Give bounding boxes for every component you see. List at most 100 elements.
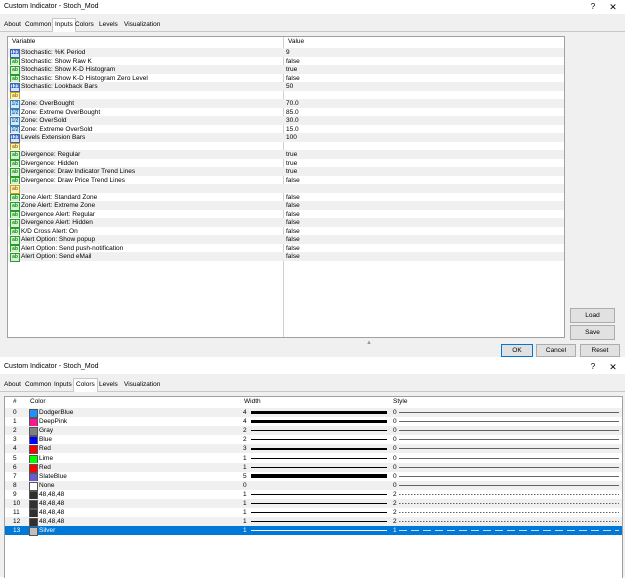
- color-row[interactable]: 4 Red 3 0: [5, 444, 622, 455]
- help-button[interactable]: ?: [584, 1, 602, 13]
- variable-value[interactable]: false: [286, 252, 300, 261]
- width-value[interactable]: 3: [243, 444, 247, 453]
- resize-grip-icon[interactable]: ▲: [366, 340, 374, 348]
- header-style[interactable]: Style: [393, 397, 407, 406]
- color-row[interactable]: 10 48,48,48 1 2: [5, 499, 622, 509]
- help-button[interactable]: ?: [584, 361, 602, 373]
- color-row[interactable]: 12 48,48,48 1 2: [5, 517, 622, 528]
- width-value[interactable]: 4: [243, 408, 247, 417]
- color-row[interactable]: 9 48,48,48 1 2: [5, 490, 622, 500]
- color-row[interactable]: 1 DeepPink 4 0: [5, 417, 622, 428]
- style-value[interactable]: 2: [393, 508, 397, 517]
- row-index: 4: [13, 445, 17, 453]
- style-value[interactable]: 0: [393, 408, 397, 417]
- width-value[interactable]: 5: [243, 472, 247, 481]
- width-sample-line: [251, 447, 387, 450]
- header-index[interactable]: #: [13, 397, 17, 406]
- header-width[interactable]: Width: [244, 397, 261, 406]
- input-row[interactable]: ab Alert Option: Send eMail false: [8, 252, 564, 262]
- color-name[interactable]: Gray: [39, 426, 53, 435]
- color-name[interactable]: 48,48,48: [39, 517, 64, 526]
- color-row[interactable]: 6 Red 1 0: [5, 462, 622, 473]
- color-name[interactable]: None: [39, 481, 55, 490]
- width-value[interactable]: 1: [243, 517, 247, 526]
- tab-colors[interactable]: Colors: [73, 19, 96, 30]
- style-sample-line: [399, 430, 619, 432]
- width-value[interactable]: 1: [243, 454, 247, 463]
- color-name[interactable]: 48,48,48: [39, 490, 64, 499]
- color-name[interactable]: DeepPink: [39, 417, 67, 426]
- reset-button[interactable]: Reset: [580, 344, 620, 357]
- colors-table[interactable]: # Color Width Style 0 DodgerBlue 4 0 1 DeepPi…: [4, 396, 623, 578]
- close-button[interactable]: ✕: [604, 1, 622, 13]
- style-sample-line: [399, 466, 619, 468]
- tab-visualization[interactable]: Visualization: [122, 19, 162, 30]
- style-value[interactable]: 0: [393, 481, 397, 490]
- tab-inputs[interactable]: Inputs: [52, 379, 74, 390]
- width-value[interactable]: 1: [243, 463, 247, 472]
- color-row[interactable]: 11 48,48,48 1 2: [5, 508, 622, 519]
- width-sample-line: [251, 493, 387, 495]
- style-sample-line: [399, 412, 619, 413]
- header-color[interactable]: Color: [30, 397, 46, 406]
- color-name[interactable]: Blue: [39, 435, 52, 444]
- color-name[interactable]: Silver: [39, 526, 55, 535]
- color-row[interactable]: 7 SlateBlue 5 0: [5, 472, 622, 482]
- tab-common[interactable]: Common: [23, 19, 53, 30]
- color-name[interactable]: 48,48,48: [39, 499, 64, 508]
- color-name[interactable]: Red: [39, 444, 51, 453]
- color-name[interactable]: Lime: [39, 454, 53, 463]
- cancel-button[interactable]: Cancel: [536, 344, 576, 357]
- style-sample-line: [399, 530, 619, 532]
- style-value[interactable]: 1: [393, 526, 397, 535]
- inputs-table[interactable]: Variable Value 123 Stochastic: %K Period 9…: [7, 36, 565, 338]
- inputs-dialog: Custom Indicator - Stoch_Mod ? ✕ About Co…: [0, 0, 625, 357]
- width-value[interactable]: 1: [243, 490, 247, 499]
- color-row[interactable]: 3 Blue 2 0: [5, 435, 622, 446]
- style-value[interactable]: 0: [393, 426, 397, 435]
- color-row[interactable]: 2 Gray 2 0: [5, 426, 622, 437]
- style-value[interactable]: 0: [393, 417, 397, 426]
- color-row[interactable]: 0 DodgerBlue 4 0: [5, 408, 622, 418]
- width-value[interactable]: 2: [243, 426, 247, 435]
- width-value[interactable]: 1: [243, 499, 247, 508]
- header-value[interactable]: Value: [288, 37, 304, 46]
- style-value[interactable]: 0: [393, 444, 397, 453]
- style-value[interactable]: 0: [393, 463, 397, 472]
- dialog-title: Custom Indicator - Stoch_Mod: [4, 363, 99, 370]
- width-value[interactable]: 0: [243, 481, 247, 490]
- ok-button[interactable]: OK: [501, 344, 533, 357]
- color-swatch[interactable]: [29, 527, 38, 537]
- color-name[interactable]: Red: [39, 463, 51, 472]
- tab-about[interactable]: About: [2, 19, 23, 30]
- style-value[interactable]: 2: [393, 499, 397, 508]
- color-row[interactable]: 8 None 0 0: [5, 480, 622, 491]
- color-row[interactable]: 13 Silver 1 1: [5, 526, 622, 537]
- close-button[interactable]: ✕: [604, 361, 622, 373]
- width-value[interactable]: 1: [243, 508, 247, 517]
- tab-levels[interactable]: Levels: [97, 19, 120, 30]
- style-value[interactable]: 2: [393, 517, 397, 526]
- save-button[interactable]: Save: [570, 325, 615, 340]
- width-value[interactable]: 1: [243, 526, 247, 535]
- tab-about[interactable]: About: [2, 379, 23, 390]
- width-sample-line: [251, 466, 387, 468]
- color-name[interactable]: DodgerBlue: [39, 408, 73, 417]
- color-name[interactable]: SlateBlue: [39, 472, 67, 481]
- load-button[interactable]: Load: [570, 308, 615, 323]
- style-value[interactable]: 0: [393, 472, 397, 481]
- style-value[interactable]: 0: [393, 454, 397, 463]
- style-value[interactable]: 0: [393, 435, 397, 444]
- color-row[interactable]: 5 Lime 1 0: [5, 454, 622, 464]
- tab-visualization[interactable]: Visualization: [122, 379, 162, 390]
- style-sample-line: [399, 503, 619, 504]
- width-value[interactable]: 4: [243, 417, 247, 426]
- style-value[interactable]: 2: [393, 490, 397, 499]
- tab-common[interactable]: Common: [23, 379, 53, 390]
- style-sample-line: [399, 493, 619, 495]
- tab-colors[interactable]: Colors: [73, 378, 98, 392]
- color-name[interactable]: 48,48,48: [39, 508, 64, 517]
- width-value[interactable]: 2: [243, 435, 247, 444]
- header-variable[interactable]: Variable: [12, 37, 35, 46]
- tab-levels[interactable]: Levels: [97, 379, 120, 390]
